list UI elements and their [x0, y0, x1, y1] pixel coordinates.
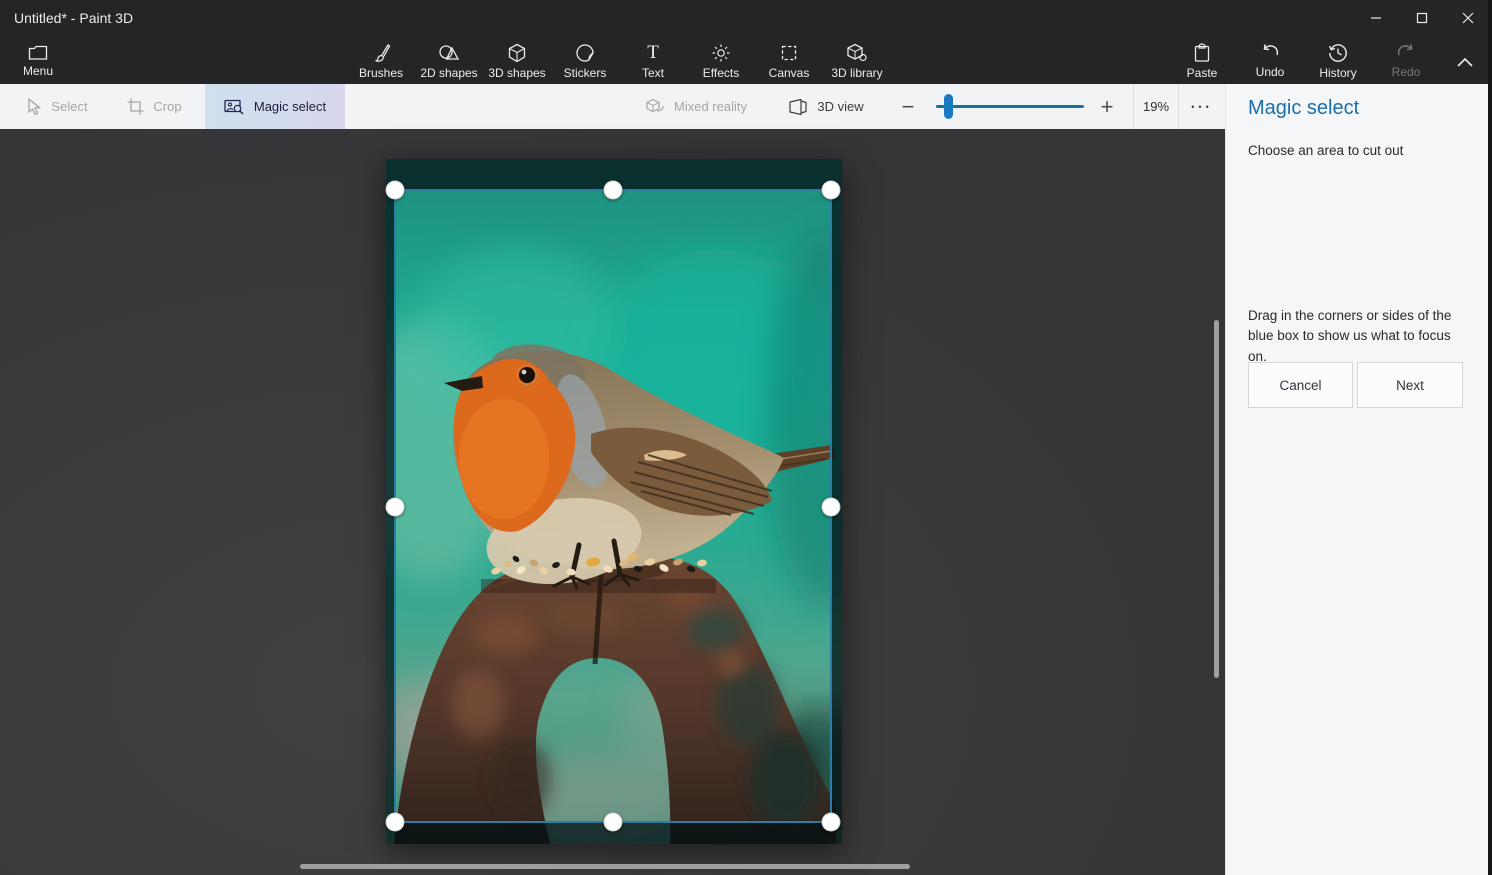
history-icon [1328, 43, 1348, 63]
2d-shapes-icon [438, 43, 460, 63]
3d-view-button[interactable]: 3D view [778, 84, 874, 129]
crop-button: Crop [112, 84, 197, 129]
undo-button[interactable]: Undo [1236, 39, 1304, 83]
close-button[interactable] [1445, 0, 1491, 36]
paste-label: Paste [1187, 66, 1218, 80]
cancel-button[interactable]: Cancel [1248, 362, 1353, 408]
select-label: Select [51, 99, 87, 114]
minimize-button[interactable] [1353, 0, 1399, 36]
chevron-up-icon [1457, 57, 1473, 67]
close-icon [1462, 12, 1474, 24]
canvas-button[interactable]: Canvas [755, 39, 823, 83]
brushes-button[interactable]: Brushes [347, 39, 415, 83]
redo-button: Redo [1372, 39, 1440, 83]
magic-select-button[interactable]: Magic select [205, 84, 345, 129]
zoom-out-glyph: − [902, 94, 915, 120]
collapse-ribbon-button[interactable] [1450, 48, 1480, 76]
vertical-scrollbar[interactable] [1214, 320, 1219, 678]
2d-shapes-button[interactable]: 2D shapes [415, 39, 483, 83]
handle-bottom-center[interactable] [604, 813, 623, 832]
minimize-icon [1370, 12, 1382, 24]
history-label: History [1319, 66, 1356, 80]
effects-button[interactable]: Effects [687, 39, 755, 83]
magic-select-panel: Magic select Choose an area to cut out D… [1225, 84, 1488, 875]
maximize-button[interactable] [1399, 0, 1445, 36]
magic-select-icon [224, 99, 245, 115]
zoom-level-display: 19% [1133, 84, 1179, 129]
handle-bottom-right[interactable] [822, 813, 841, 832]
3d-view-icon [788, 99, 808, 115]
text-label: Text [642, 66, 664, 80]
canvas-label: Canvas [769, 66, 810, 80]
undo-label: Undo [1256, 65, 1285, 79]
bird-photo[interactable] [386, 159, 842, 844]
redo-icon [1396, 44, 1416, 62]
handle-top-center[interactable] [604, 181, 623, 200]
zoom-slider[interactable] [936, 84, 1084, 129]
3d-shapes-icon [507, 43, 527, 63]
zoom-slider-track[interactable] [936, 105, 1084, 108]
3d-library-button[interactable]: 3D library [823, 39, 891, 83]
stickers-icon [575, 43, 595, 63]
effects-icon [711, 43, 731, 63]
paint3d-window: Untitled* - Paint 3D Menu Brushes 2D sha… [0, 0, 1492, 875]
ellipsis-icon: ••• [1191, 102, 1212, 112]
select-cursor-icon [27, 98, 42, 116]
select-button: Select [10, 84, 105, 129]
window-controls [1353, 0, 1491, 36]
menu-label: Menu [23, 64, 53, 78]
handle-top-right[interactable] [822, 181, 841, 200]
handle-middle-right[interactable] [822, 498, 841, 517]
panel-instruction: Drag in the corners or sides of the blue… [1248, 306, 1462, 367]
title-bar: Untitled* - Paint 3D [0, 0, 1492, 36]
handle-middle-left[interactable] [386, 498, 405, 517]
effects-label: Effects [703, 66, 739, 80]
magic-select-box[interactable] [394, 189, 832, 823]
3d-shapes-button[interactable]: 3D shapes [483, 39, 551, 83]
mixed-reality-button: Mixed reality [632, 84, 760, 129]
stickers-label: Stickers [564, 66, 607, 80]
maximize-icon [1416, 12, 1428, 24]
crop-icon [127, 98, 144, 115]
zoom-in-button[interactable]: + [1092, 84, 1122, 129]
text-tool-icon: T [647, 43, 659, 63]
canvas-area [0, 129, 1225, 875]
undo-icon [1260, 44, 1280, 62]
zoom-slider-thumb[interactable] [944, 94, 953, 119]
folder-icon [28, 44, 48, 61]
history-button[interactable]: History [1304, 39, 1372, 83]
redo-label: Redo [1392, 65, 1421, 79]
handle-top-left[interactable] [386, 181, 405, 200]
3d-library-label: 3D library [831, 66, 882, 80]
3d-shapes-label: 3D shapes [488, 66, 545, 80]
mixed-reality-icon [645, 98, 665, 115]
stickers-button[interactable]: Stickers [551, 39, 619, 83]
zoom-out-button[interactable]: − [893, 84, 923, 129]
handle-bottom-left[interactable] [386, 813, 405, 832]
panel-title: Magic select [1248, 97, 1359, 120]
panel-subtitle: Choose an area to cut out [1248, 143, 1403, 158]
more-options-button[interactable]: ••• [1184, 84, 1220, 129]
next-button[interactable]: Next [1357, 362, 1463, 408]
canvas-icon [779, 43, 799, 63]
zoom-in-glyph: + [1101, 94, 1114, 120]
window-title: Untitled* - Paint 3D [14, 0, 133, 36]
paste-icon [1193, 43, 1211, 63]
horizontal-scrollbar[interactable] [300, 864, 910, 869]
menu-button[interactable]: Menu [10, 39, 66, 83]
mixed-reality-label: Mixed reality [674, 99, 747, 114]
2d-shapes-label: 2D shapes [420, 66, 477, 80]
brushes-label: Brushes [359, 66, 403, 80]
ribbon-bar: Select Crop Magic select Mixed reality 3… [0, 84, 1225, 129]
main-toolbar: Menu Brushes 2D shapes 3D shapes Sticker… [0, 36, 1492, 84]
text-button[interactable]: T Text [619, 39, 687, 83]
crop-label: Crop [153, 99, 181, 114]
screen-edge-strip [1488, 0, 1492, 875]
3d-view-label: 3D view [817, 99, 863, 114]
paste-button[interactable]: Paste [1168, 39, 1236, 83]
3d-library-icon [846, 43, 868, 63]
brush-icon [371, 43, 391, 63]
magic-select-label: Magic select [254, 99, 326, 114]
